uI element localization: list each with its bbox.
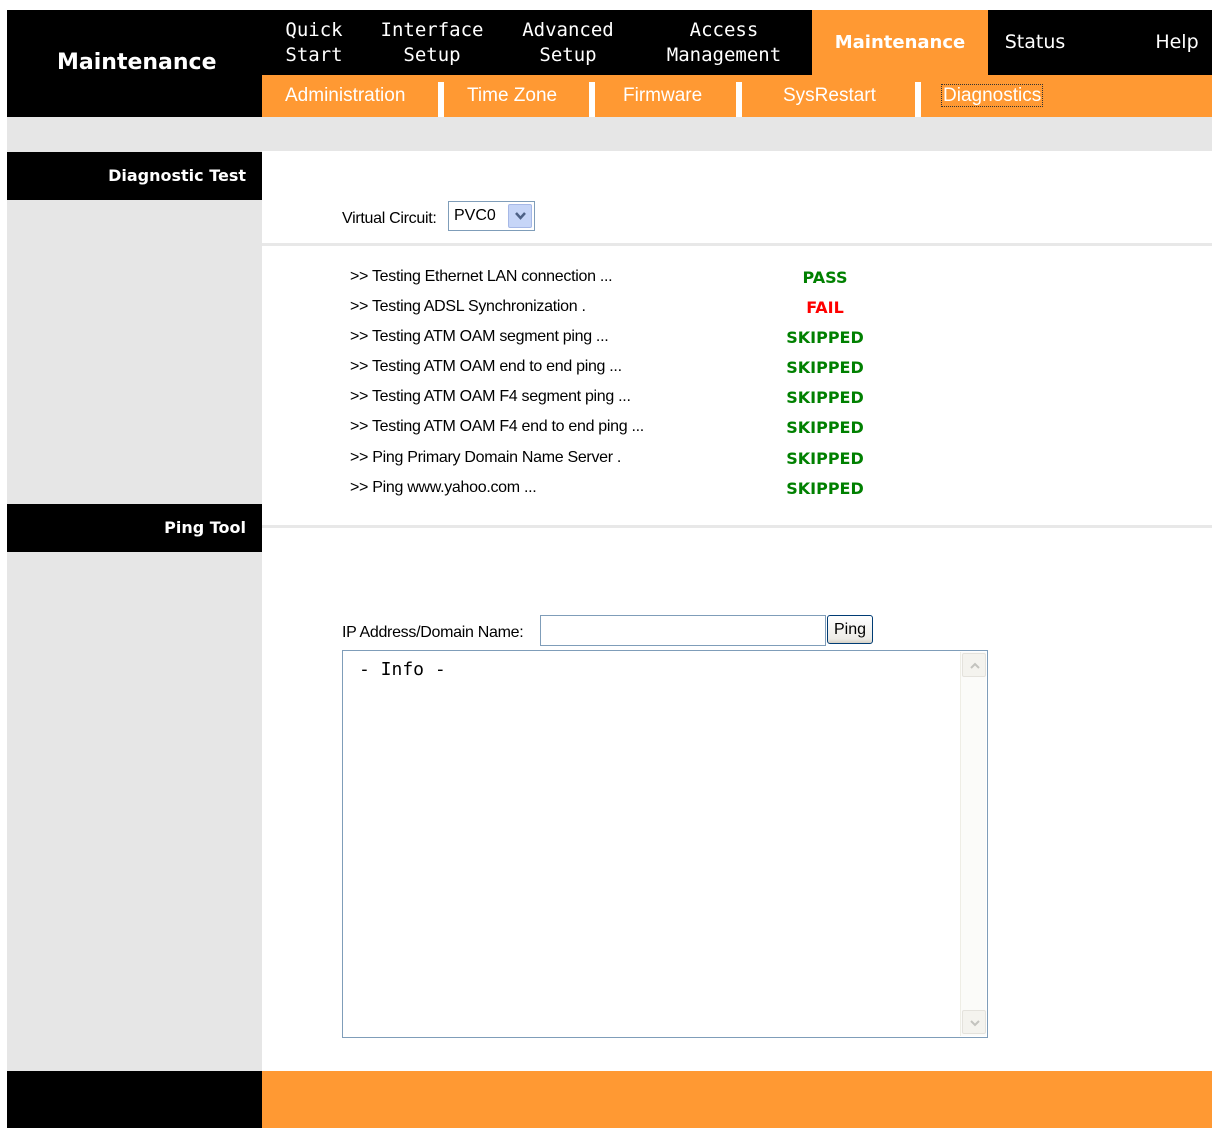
virtual-circuit-value: PVC0 [454,207,496,224]
footer-right [262,1071,1212,1128]
tab-interface-setup[interactable]: Interface Setup [366,10,498,75]
tab-label-line1: Access [689,18,759,41]
subtab-administration[interactable]: Administration [285,75,405,117]
test-name: >> Testing Ethernet LAN connection ... [350,268,613,285]
test-row: >> Ping Primary Domain Name Server . SKI… [350,444,950,474]
test-row: >> Ping www.yahoo.com ... SKIPPED [350,474,950,504]
brand-title: Maintenance [57,50,217,75]
subtab-time-zone[interactable]: Time Zone [467,75,557,117]
subnav-divider [438,82,444,117]
test-name: >> Ping Primary Domain Name Server . [350,449,622,466]
divider [262,243,1212,246]
header-spacer [7,117,1212,151]
subnav-divider [915,82,921,117]
tab-access-management[interactable]: Access Management [638,10,810,75]
ping-button[interactable]: Ping [827,615,873,644]
tab-label-line2: Setup [403,43,461,66]
test-result: FAIL [806,298,844,317]
scrollbar[interactable] [960,652,986,1036]
test-name: >> Testing ATM OAM segment ping ... [350,328,609,345]
tab-label-line2: Start [285,43,343,66]
footer-left [7,1071,262,1128]
ping-tool-header: Ping Tool [7,504,262,552]
tab-status[interactable]: Status [988,10,1082,75]
test-result: SKIPPED [786,479,864,498]
info-textarea[interactable]: - Info - [342,650,988,1038]
brand-logo: Maintenance [7,10,262,117]
test-result: PASS [802,268,848,287]
tab-advanced-setup[interactable]: Advanced Setup [498,10,638,75]
sub-nav: Administration Time Zone Firmware SysRes… [262,75,1212,117]
virtual-circuit-label: Virtual Circuit: [342,210,437,227]
main-nav: Quick Start Interface Setup Advanced Setup … [262,10,1212,75]
chevron-down-icon[interactable] [508,204,532,228]
test-row: >> Testing ATM OAM F4 end to end ping ..… [350,413,950,443]
test-result: SKIPPED [786,328,864,347]
tab-help[interactable]: Help [1142,10,1212,75]
subtab-diagnostics-label: Diagnostics [941,84,1044,107]
test-row: >> Testing ADSL Synchronization . FAIL [350,293,950,323]
test-row: >> Testing Ethernet LAN connection ... P… [350,263,950,293]
test-row: >> Testing ATM OAM segment ping ... SKIP… [350,323,950,353]
virtual-circuit-select[interactable]: PVC0 [448,201,535,231]
left-column [7,151,262,1071]
test-name: >> Testing ATM OAM end to end ping ... [350,358,622,375]
scroll-down-button[interactable] [962,1010,986,1034]
scroll-up-button[interactable] [962,653,986,677]
test-result: SKIPPED [786,388,864,407]
subtab-firmware[interactable]: Firmware [623,75,702,117]
tab-label: Maintenance [834,32,966,53]
ip-address-label: IP Address/Domain Name: [342,624,524,641]
test-result: SKIPPED [786,418,864,437]
info-text: - Info - [359,659,446,680]
subtab-sysrestart[interactable]: SysRestart [783,75,876,117]
tab-label: Help [1155,31,1199,53]
tab-maintenance[interactable]: Maintenance [812,10,988,75]
subnav-divider [589,82,595,117]
tab-label-line2: Management [666,43,782,66]
test-name: >> Testing ADSL Synchronization . [350,298,586,315]
tab-label: Status [1004,31,1066,53]
ip-address-input[interactable] [540,615,826,646]
subnav-divider [736,82,742,117]
tab-label-line2: Setup [539,43,597,66]
subtab-diagnostics[interactable]: Diagnostics [941,75,1044,117]
test-row: >> Testing ATM OAM end to end ping ... S… [350,353,950,383]
tab-label-line1: Quick [285,18,343,41]
tab-quick-start[interactable]: Quick Start [262,10,366,75]
tab-label-line1: Advanced [522,18,614,41]
test-result: SKIPPED [786,358,864,377]
test-name: >> Testing ATM OAM F4 end to end ping ..… [350,418,644,435]
test-result: SKIPPED [786,449,864,468]
test-row: >> Testing ATM OAM F4 segment ping ... S… [350,383,950,413]
test-name: >> Testing ATM OAM F4 segment ping ... [350,388,631,405]
tab-label-line1: Interface [380,18,484,41]
diagnostic-test-header: Diagnostic Test [7,152,262,200]
divider [262,525,1212,528]
test-name: >> Ping www.yahoo.com ... [350,479,537,496]
